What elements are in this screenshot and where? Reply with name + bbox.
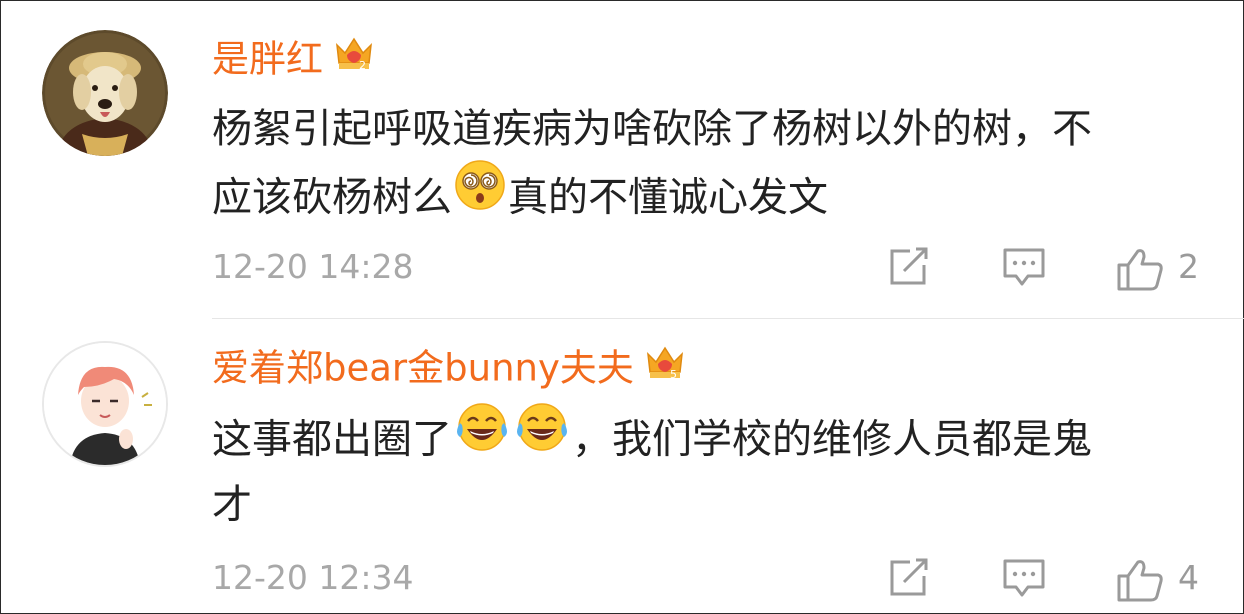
comment-item: 爱着郑bear金bunny夫夫 5 这事都出圈了 ，我们学校的维修人员都是鬼 才…	[0, 319, 1244, 614]
thumbs-up-icon[interactable]	[1116, 558, 1164, 606]
like-count: 2	[1178, 247, 1199, 286]
comment-text: 杨絮引起呼吸道疾病为啥砍除了杨树以外的树，不 应该砍杨树么 真的不懂诚心发文	[212, 96, 1212, 230]
comment-item: 是胖红 2 杨絮引起呼吸道疾病为啥砍除了杨树以外的树，不 应该砍杨树么 真的不懂…	[0, 0, 1244, 319]
badge-level: 5	[670, 368, 677, 381]
timestamp: 12-20 14:28	[212, 247, 414, 286]
dizzy-face-emoji	[454, 159, 506, 232]
share-icon[interactable]	[888, 558, 930, 602]
comment-line: ，我们学校的维修人员都是鬼	[572, 416, 1092, 463]
username[interactable]: 爱着郑bear金bunny夫夫 5	[212, 345, 686, 395]
timestamp: 12-20 12:34	[212, 558, 414, 597]
comment-line: 杨絮引起呼吸道疾病为啥砍除了杨树以外的树，不	[212, 106, 1092, 152]
comment-line: 才	[212, 482, 252, 528]
avatar[interactable]	[42, 30, 168, 156]
comment-line: 真的不懂诚心发文	[508, 174, 828, 221]
share-icon[interactable]	[888, 247, 930, 291]
comment-line: 这事都出圈了	[212, 416, 452, 463]
comment-icon[interactable]	[1002, 247, 1046, 293]
tears-of-joy-emoji	[514, 401, 570, 474]
like-count: 4	[1178, 558, 1199, 597]
comment-text: 这事都出圈了 ，我们学校的维修人员都是鬼 才	[212, 403, 1212, 539]
avatar[interactable]	[42, 341, 168, 467]
crown-badge-icon: 2	[333, 33, 375, 83]
comment-meta: 12-20 12:34 4	[0, 548, 1244, 608]
tears-of-joy-emoji	[454, 401, 510, 474]
username-text[interactable]: 是胖红	[212, 38, 323, 81]
badge-level: 2	[359, 59, 366, 72]
username[interactable]: 是胖红 2	[212, 36, 375, 86]
comment-icon[interactable]	[1002, 558, 1046, 604]
comment-line: 应该砍杨树么	[212, 174, 452, 221]
username-text[interactable]: 爱着郑bear金bunny夫夫	[212, 347, 634, 390]
comment-meta: 12-20 14:28 2	[0, 237, 1244, 297]
crown-badge-icon: 5	[644, 342, 686, 392]
thumbs-up-icon[interactable]	[1116, 247, 1164, 295]
